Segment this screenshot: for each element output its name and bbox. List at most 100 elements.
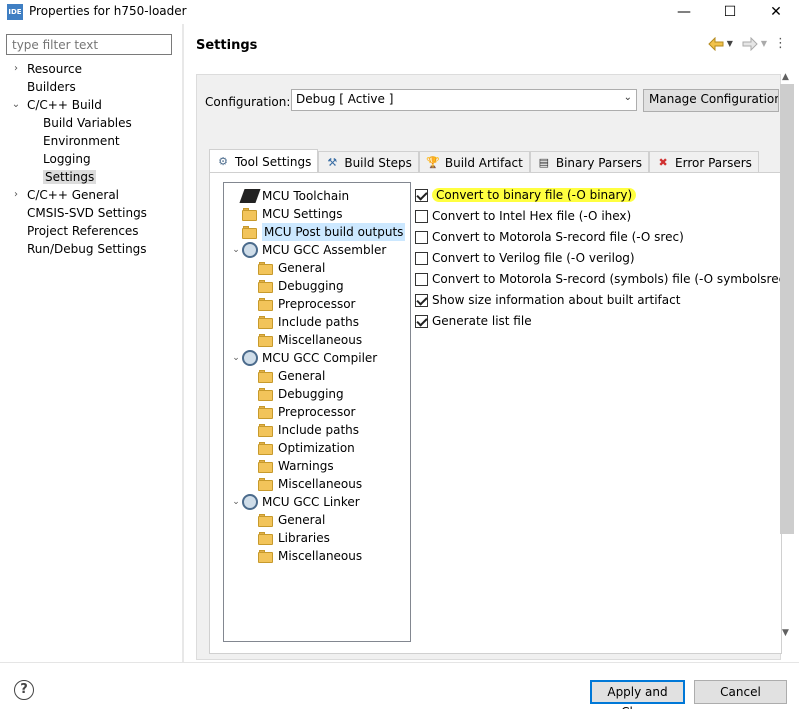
forward-dropdown-icon[interactable]: ▼ — [761, 39, 767, 48]
tree-item[interactable]: MCU Post build outputs — [230, 223, 406, 241]
option-row[interactable]: Convert to Verilog file (-O verilog) — [415, 249, 635, 267]
tree-item[interactable]: Warnings — [246, 457, 334, 475]
view-menu-icon[interactable]: ⋮ — [774, 36, 787, 51]
tree-item[interactable]: MCU Settings — [230, 205, 343, 223]
nav-item[interactable]: Builders — [12, 78, 76, 96]
expand-icon[interactable]: › — [10, 186, 22, 204]
tree-item[interactable]: General — [246, 367, 325, 385]
collapse-icon[interactable]: ⌄ — [230, 241, 242, 259]
option-checkbox[interactable] — [415, 209, 428, 223]
gear-icon — [242, 242, 258, 258]
option-checkbox[interactable] — [415, 230, 428, 244]
title-bar: IDE Properties for h750-loader — ☐ ✕ — [0, 0, 799, 24]
option-label: Convert to Verilog file (-O verilog) — [432, 251, 635, 265]
option-checkbox[interactable] — [415, 314, 428, 328]
nav-item[interactable]: Project References — [12, 222, 139, 240]
tab-binary-parsers[interactable]: ▤ Binary Parsers — [529, 151, 650, 173]
cancel-button[interactable]: Cancel — [694, 680, 787, 704]
settings-panel: Settings ▼ ▼ ⋮ Configuration: Debug [ Ac… — [184, 24, 799, 662]
tab-build-artifact[interactable]: 🏆 Build Artifact — [418, 151, 530, 173]
nav-item[interactable]: › Resource — [12, 60, 82, 78]
option-row[interactable]: Convert to binary file (-O binary) — [415, 186, 637, 204]
tab-build-steps[interactable]: ⚒ Build Steps — [318, 151, 419, 173]
tab-label: Tool Settings — [235, 154, 312, 169]
forward-arrow-icon[interactable] — [742, 36, 758, 51]
nav-item[interactable]: CMSIS-SVD Settings — [12, 204, 147, 222]
expand-icon[interactable]: › — [10, 60, 22, 78]
back-arrow-icon[interactable] — [707, 36, 724, 51]
option-row[interactable]: Show size information about built artifa… — [415, 291, 680, 309]
tree-item-label: Miscellaneous — [278, 477, 363, 491]
nav-item[interactable]: Settings — [28, 168, 97, 186]
nav-item[interactable]: Build Variables — [28, 114, 132, 132]
option-label: Convert to Motorola S-record file (-O sr… — [432, 230, 684, 244]
folder-icon — [258, 459, 274, 473]
tree-item[interactable]: Debugging — [246, 385, 344, 403]
tree-item[interactable]: Libraries — [246, 529, 330, 547]
option-checkbox[interactable] — [415, 293, 428, 307]
collapse-icon[interactable]: ⌄ — [230, 493, 242, 511]
tree-item[interactable]: Miscellaneous — [246, 475, 362, 493]
tree-item[interactable]: Miscellaneous — [246, 331, 362, 349]
tab-label: Error Parsers — [675, 155, 752, 170]
folder-icon — [258, 297, 274, 311]
configuration-select[interactable]: Debug [ Active ] ⌄ — [291, 89, 637, 111]
vertical-scrollbar[interactable]: ▲ ▼ — [778, 72, 795, 642]
nav-item[interactable]: Logging — [28, 150, 91, 168]
vertical-scroll-thumb[interactable] — [780, 84, 794, 534]
nav-item[interactable]: Run/Debug Settings — [12, 240, 147, 258]
back-dropdown-icon[interactable]: ▼ — [727, 39, 733, 48]
option-label: Show size information about built artifa… — [432, 293, 681, 307]
collapse-icon[interactable]: ⌄ — [230, 349, 242, 367]
manage-configurations-button[interactable]: Manage Configurations... — [643, 89, 779, 112]
folder-icon — [242, 207, 258, 221]
option-checkbox[interactable] — [415, 251, 428, 265]
tree-item[interactable]: Optimization — [246, 439, 355, 457]
maximize-button[interactable]: ☐ — [707, 0, 753, 24]
tree-item[interactable]: Include paths — [246, 421, 359, 439]
tree-item[interactable]: MCU Toolchain — [230, 187, 349, 205]
tree-item[interactable]: Miscellaneous — [246, 547, 362, 565]
folder-icon — [258, 261, 274, 275]
option-row[interactable]: Generate list file — [415, 312, 532, 330]
nav-item[interactable]: › C/C++ General — [12, 186, 119, 204]
folder-icon — [258, 549, 274, 563]
property-pages-panel: › Resource Builders ⌄ C/C++ Build Build Varia… — [0, 24, 182, 662]
option-row[interactable]: Convert to Motorola S-record (symbols) f… — [415, 270, 790, 288]
tree-item[interactable]: General — [246, 511, 325, 529]
option-checkbox[interactable] — [415, 188, 428, 202]
tree-item-label: Miscellaneous — [278, 333, 363, 347]
apply-and-close-button[interactable]: Apply and Close — [590, 680, 685, 709]
help-icon[interactable]: ? — [14, 680, 34, 700]
option-row[interactable]: Convert to Intel Hex file (-O ihex) — [415, 207, 631, 225]
tree-item[interactable]: Preprocessor — [246, 403, 355, 421]
nav-item[interactable]: Environment — [28, 132, 120, 150]
dialog-button-bar: ? Apply and Close Cancel — [0, 662, 799, 709]
minimize-button[interactable]: — — [661, 0, 707, 24]
configuration-value: Debug [ Active ] — [296, 92, 394, 106]
collapse-icon[interactable]: ⌄ — [10, 96, 22, 114]
scroll-down-icon[interactable]: ▼ — [782, 628, 789, 638]
tree-item[interactable]: General — [246, 259, 325, 277]
tab-error-parsers[interactable]: ✖ Error Parsers — [649, 151, 759, 173]
tree-item-label: Include paths — [278, 423, 360, 437]
tab-label: Binary Parsers — [555, 155, 643, 170]
post-build-options: Convert to binary file (-O binary) Conver… — [411, 182, 790, 642]
tree-item[interactable]: Preprocessor — [246, 295, 355, 313]
tree-item[interactable]: ⌄ MCU GCC Linker — [230, 493, 360, 511]
option-checkbox[interactable] — [415, 272, 428, 286]
tree-item-label: MCU Toolchain — [262, 189, 350, 203]
nav-item-label: Builders — [27, 80, 76, 94]
tree-item[interactable]: Debugging — [246, 277, 344, 295]
option-row[interactable]: Convert to Motorola S-record file (-O sr… — [415, 228, 684, 246]
tree-item-label: MCU Post build outputs — [262, 223, 406, 241]
tab-tool-settings[interactable]: ⚙ Tool Settings — [209, 149, 319, 173]
nav-item[interactable]: ⌄ C/C++ Build — [12, 96, 102, 114]
tree-item[interactable]: Include paths — [246, 313, 359, 331]
tree-item[interactable]: ⌄ MCU GCC Assembler — [230, 241, 386, 259]
scroll-up-icon[interactable]: ▲ — [782, 72, 789, 82]
filter-input[interactable] — [6, 34, 172, 55]
build-artifact-icon: 🏆 — [426, 156, 440, 169]
tree-item[interactable]: ⌄ MCU GCC Compiler — [230, 349, 377, 367]
close-button[interactable]: ✕ — [753, 0, 799, 24]
